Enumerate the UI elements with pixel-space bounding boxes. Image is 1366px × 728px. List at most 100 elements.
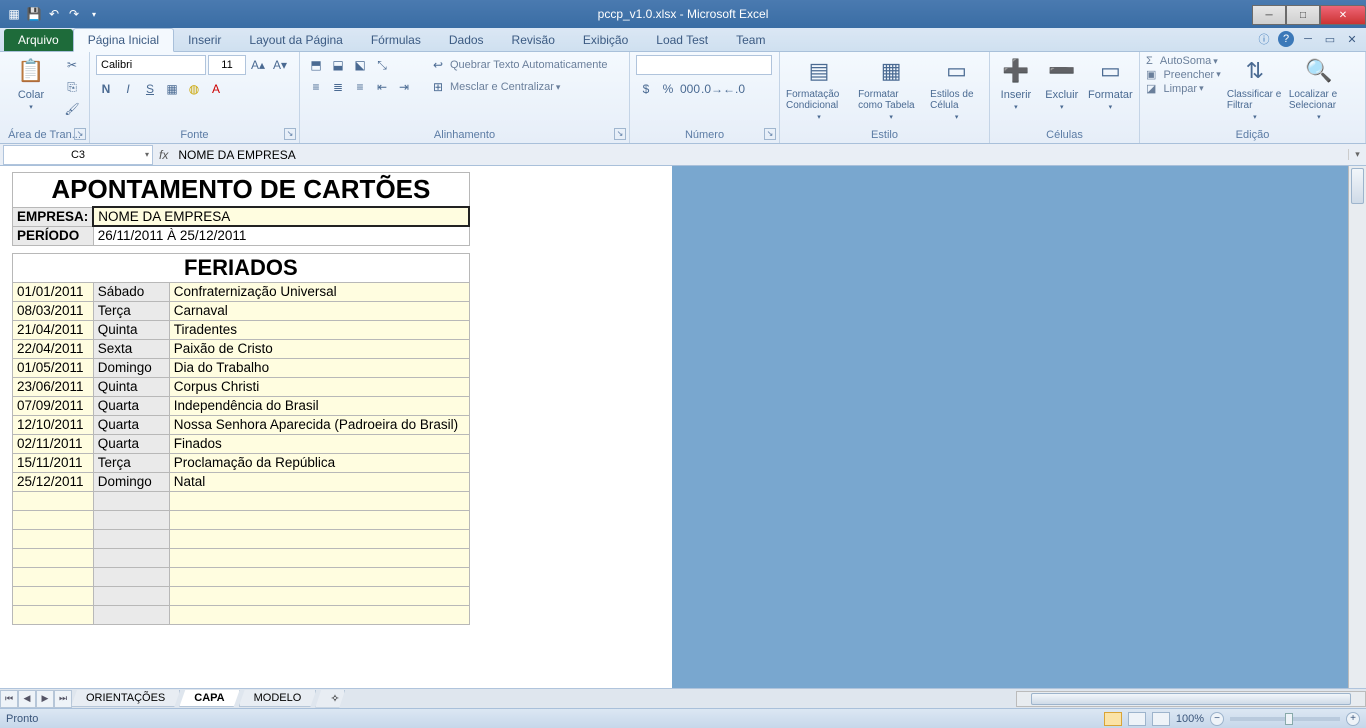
- view-pagebreak-icon[interactable]: [1152, 712, 1170, 726]
- bold-button[interactable]: N: [96, 79, 116, 99]
- sheet-nav-last[interactable]: ⏭: [54, 690, 72, 708]
- align-middle-icon[interactable]: ⬓: [328, 55, 348, 75]
- cell-day[interactable]: Quarta: [93, 434, 169, 453]
- cut-icon[interactable]: ✂: [62, 55, 82, 75]
- tab-view[interactable]: Exibição: [569, 29, 642, 51]
- cell-day[interactable]: Terça: [93, 453, 169, 472]
- wrap-text-button[interactable]: ↩Quebrar Texto Automaticamente: [428, 55, 608, 75]
- fill-color-icon[interactable]: ◍: [184, 79, 204, 99]
- save-icon[interactable]: 💾: [26, 6, 42, 22]
- underline-button[interactable]: S: [140, 79, 160, 99]
- cell-desc[interactable]: Carnaval: [169, 301, 469, 320]
- cell-day[interactable]: [93, 529, 169, 548]
- cell-date[interactable]: [13, 491, 94, 510]
- copy-icon[interactable]: ⎘: [62, 77, 82, 97]
- cell-desc[interactable]: Finados: [169, 434, 469, 453]
- horizontal-scrollbar[interactable]: [1016, 691, 1366, 707]
- indent-increase-icon[interactable]: ⇥: [394, 77, 414, 97]
- cell-desc[interactable]: Confraternização Universal: [169, 282, 469, 301]
- orientation-icon[interactable]: ⤡: [372, 55, 392, 75]
- cell-date[interactable]: 25/12/2011: [13, 472, 94, 491]
- cell-day[interactable]: Quinta: [93, 377, 169, 396]
- redo-icon[interactable]: ↷: [66, 6, 82, 22]
- vscroll-thumb[interactable]: [1351, 168, 1364, 204]
- cell-day[interactable]: Domingo: [93, 358, 169, 377]
- tab-team[interactable]: Team: [722, 29, 779, 51]
- name-box[interactable]: C3: [3, 145, 153, 165]
- cell-date[interactable]: 07/09/2011: [13, 396, 94, 415]
- sheet-tab[interactable]: MODELO: [239, 690, 317, 707]
- zoom-in-button[interactable]: +: [1346, 712, 1360, 726]
- cell-date[interactable]: [13, 529, 94, 548]
- fx-icon[interactable]: fx: [159, 148, 168, 162]
- formula-input[interactable]: [172, 148, 1348, 162]
- increase-decimal-icon[interactable]: .0→: [702, 79, 722, 99]
- cell-date[interactable]: 01/01/2011: [13, 282, 94, 301]
- paste-button[interactable]: 📋 Colar▾: [6, 55, 56, 111]
- vertical-scrollbar[interactable]: [1348, 166, 1366, 688]
- cell-desc[interactable]: [169, 491, 469, 510]
- window-close-icon[interactable]: ✕: [1344, 31, 1360, 47]
- cell-date[interactable]: [13, 510, 94, 529]
- cell-styles-button[interactable]: ▭Estilos de Célula▾: [930, 55, 983, 121]
- delete-cells-button[interactable]: ➖Excluir▾: [1042, 55, 1082, 111]
- format-cells-button[interactable]: ▭Formatar▾: [1088, 55, 1133, 111]
- format-painter-icon[interactable]: 🖌: [62, 99, 82, 119]
- conditional-formatting-button[interactable]: ▤Formatação Condicional▾: [786, 55, 852, 121]
- sheet-tab[interactable]: ORIENTAÇÕES: [71, 690, 180, 707]
- cell-day[interactable]: Domingo: [93, 472, 169, 491]
- window-min-icon[interactable]: ─: [1300, 31, 1316, 47]
- table-row[interactable]: 01/05/2011DomingoDia do Trabalho: [13, 358, 470, 377]
- file-tab[interactable]: Arquivo: [4, 29, 73, 51]
- tab-formulas[interactable]: Fórmulas: [357, 29, 435, 51]
- cell-desc[interactable]: Natal: [169, 472, 469, 491]
- minimize-ribbon-icon[interactable]: ⓘ: [1256, 31, 1272, 47]
- tab-review[interactable]: Revisão: [498, 29, 569, 51]
- cell-desc[interactable]: Corpus Christi: [169, 377, 469, 396]
- table-row[interactable]: 01/01/2011SábadoConfraternização Univers…: [13, 282, 470, 301]
- align-right-icon[interactable]: ≡: [350, 77, 370, 97]
- cell-date[interactable]: 23/06/2011: [13, 377, 94, 396]
- table-row[interactable]: [13, 491, 470, 510]
- insert-cells-button[interactable]: ➕Inserir▾: [996, 55, 1036, 111]
- tab-data[interactable]: Dados: [435, 29, 498, 51]
- cell-desc[interactable]: Nossa Senhora Aparecida (Padroeira do Br…: [169, 415, 469, 434]
- border-icon[interactable]: ▦: [162, 79, 182, 99]
- cell-desc[interactable]: [169, 510, 469, 529]
- align-top-icon[interactable]: ⬒: [306, 55, 326, 75]
- sort-filter-button[interactable]: ⇅Classificar e Filtrar▾: [1227, 55, 1283, 121]
- italic-button[interactable]: I: [118, 79, 138, 99]
- empresa-label[interactable]: EMPRESA:: [13, 207, 94, 226]
- cell-day[interactable]: Sexta: [93, 339, 169, 358]
- percent-icon[interactable]: %: [658, 79, 678, 99]
- sheet-tab[interactable]: CAPA: [179, 690, 239, 707]
- window-restore-icon[interactable]: ▭: [1322, 31, 1338, 47]
- indent-decrease-icon[interactable]: ⇤: [372, 77, 392, 97]
- table-row[interactable]: 07/09/2011QuartaIndependência do Brasil: [13, 396, 470, 415]
- sheet-nav-next[interactable]: ▶: [36, 690, 54, 708]
- cell-day[interactable]: Sábado: [93, 282, 169, 301]
- cell-desc[interactable]: [169, 529, 469, 548]
- cell-date[interactable]: [13, 605, 94, 624]
- minimize-button[interactable]: ─: [1252, 5, 1286, 25]
- worksheet-page[interactable]: APONTAMENTO DE CARTÕES EMPRESA: NOME DA …: [0, 166, 672, 688]
- increase-font-icon[interactable]: A▴: [248, 55, 268, 75]
- cell-desc[interactable]: [169, 567, 469, 586]
- zoom-out-button[interactable]: −: [1210, 712, 1224, 726]
- cell-date[interactable]: [13, 586, 94, 605]
- qat-custom-icon[interactable]: ▾: [86, 6, 102, 22]
- find-select-button[interactable]: 🔍Localizar e Selecionar▾: [1289, 55, 1349, 121]
- table-row[interactable]: 12/10/2011QuartaNossa Senhora Aparecida …: [13, 415, 470, 434]
- table-row[interactable]: 08/03/2011TerçaCarnaval: [13, 301, 470, 320]
- periodo-value[interactable]: 26/11/2011 À 25/12/2011: [93, 226, 469, 245]
- decrease-font-icon[interactable]: A▾: [270, 55, 290, 75]
- tab-insert[interactable]: Inserir: [174, 29, 235, 51]
- table-row[interactable]: [13, 548, 470, 567]
- table-row[interactable]: 02/11/2011QuartaFinados: [13, 434, 470, 453]
- align-bottom-icon[interactable]: ⬕: [350, 55, 370, 75]
- cell-day[interactable]: [93, 567, 169, 586]
- font-launcher[interactable]: ↘: [284, 128, 296, 140]
- cell-date[interactable]: 08/03/2011: [13, 301, 94, 320]
- cell-date[interactable]: 21/04/2011: [13, 320, 94, 339]
- autosum-button[interactable]: Σ AutoSoma ▾: [1146, 55, 1221, 67]
